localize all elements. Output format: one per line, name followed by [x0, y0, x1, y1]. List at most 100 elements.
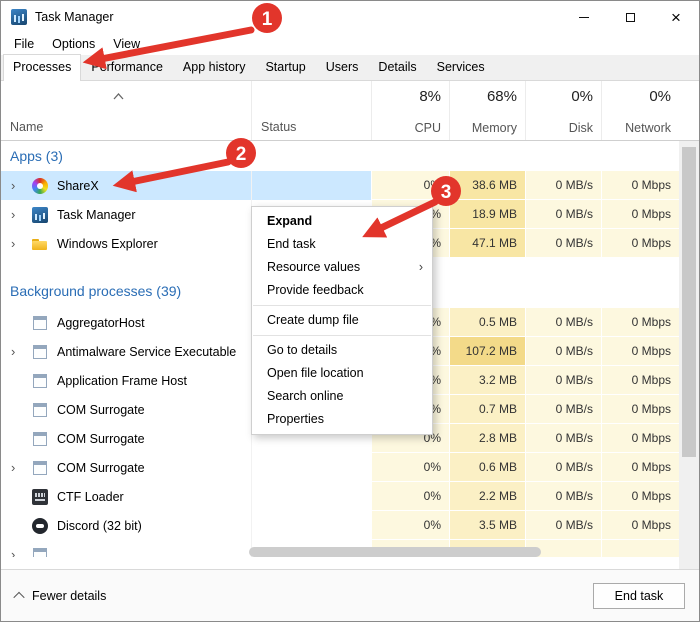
- disk-cell: 0 MB/s: [525, 308, 601, 337]
- status-cell: [251, 482, 371, 511]
- tab-strip: Processes Performance App history Startu…: [1, 55, 699, 81]
- column-header-row: Name Status 8% CPU 68% Memory 0% Disk 0%…: [1, 81, 699, 141]
- memory-column-label: Memory: [472, 121, 517, 135]
- column-header-network[interactable]: 0% Network: [601, 81, 679, 140]
- network-cell: 0 Mbps: [601, 453, 679, 482]
- maximize-icon: [626, 13, 635, 22]
- disk-cell: 0 MB/s: [525, 395, 601, 424]
- status-column-label: Status: [261, 120, 296, 134]
- ctf-loader-icon: [32, 489, 48, 505]
- status-cell: [251, 171, 371, 200]
- process-name: CTF Loader: [57, 490, 124, 504]
- fewer-details-toggle[interactable]: Fewer details: [15, 589, 106, 603]
- memory-cell: 47.1 MB: [449, 229, 525, 258]
- network-total-percent: 0%: [649, 88, 671, 105]
- column-header-name[interactable]: Name: [1, 81, 251, 140]
- end-task-button[interactable]: End task: [593, 583, 685, 609]
- horizontal-scrollbar-thumb[interactable]: [249, 547, 541, 557]
- status-cell: [251, 511, 371, 540]
- column-header-memory[interactable]: 68% Memory: [449, 81, 525, 140]
- network-cell: 0 Mbps: [601, 308, 679, 337]
- network-cell: 0 Mbps: [601, 171, 679, 200]
- network-cell: 0 Mbps: [601, 482, 679, 511]
- context-menu-item-create-dump-file[interactable]: Create dump file: [252, 309, 432, 332]
- tab-services[interactable]: Services: [427, 54, 495, 80]
- footer: Fewer details End task: [1, 569, 699, 621]
- disk-cell: 0 MB/s: [525, 366, 601, 395]
- status-cell: [251, 453, 371, 482]
- tab-users[interactable]: Users: [316, 54, 369, 80]
- context-menu-item-resource-values[interactable]: Resource values ›: [252, 256, 432, 279]
- cpu-cell: 0%: [371, 453, 449, 482]
- close-button[interactable]: ×: [653, 1, 699, 33]
- context-menu-item-search-online[interactable]: Search online: [252, 385, 432, 408]
- expand-chevron-icon[interactable]: ›: [8, 207, 32, 222]
- network-cell: 0 Mbps: [601, 229, 679, 258]
- menu-file[interactable]: File: [5, 35, 43, 53]
- process-name: Windows Explorer: [57, 237, 158, 251]
- memory-total-percent: 68%: [487, 88, 517, 105]
- disk-column-label: Disk: [569, 121, 593, 135]
- context-menu-item-open-file-location[interactable]: Open file location: [252, 362, 432, 385]
- vertical-scrollbar[interactable]: [679, 141, 699, 569]
- context-menu-item-go-to-details[interactable]: Go to details: [252, 339, 432, 362]
- close-icon: ×: [671, 9, 681, 26]
- cpu-column-label: CPU: [415, 121, 441, 135]
- name-column-label: Name: [10, 120, 43, 134]
- disk-cell: 0 MB/s: [525, 511, 601, 540]
- list-bottom-edge: [1, 557, 679, 569]
- tab-processes[interactable]: Processes: [3, 54, 81, 81]
- column-header-cpu[interactable]: 8% CPU: [371, 81, 449, 140]
- network-column-label: Network: [625, 121, 671, 135]
- expand-chevron-icon[interactable]: ›: [8, 236, 32, 251]
- column-header-disk[interactable]: 0% Disk: [525, 81, 601, 140]
- tab-details[interactable]: Details: [368, 54, 426, 80]
- task-manager-window: Task Manager × File Options View Process…: [0, 0, 700, 622]
- process-name: COM Surrogate: [57, 403, 145, 417]
- menu-options[interactable]: Options: [43, 35, 104, 53]
- generic-process-icon: [32, 402, 48, 418]
- menu-view[interactable]: View: [104, 35, 149, 53]
- disk-cell: 0 MB/s: [525, 337, 601, 366]
- disk-cell: 0 MB/s: [525, 200, 601, 229]
- column-header-status[interactable]: Status: [251, 81, 371, 140]
- process-row-discord[interactable]: Discord (32 bit) 0% 3.5 MB 0 MB/s 0 Mbps: [1, 511, 679, 540]
- network-cell: 0 Mbps: [601, 395, 679, 424]
- cpu-cell: 0%: [371, 511, 449, 540]
- context-menu-item-expand[interactable]: Expand: [252, 210, 432, 233]
- context-menu-item-end-task[interactable]: End task: [252, 233, 432, 256]
- disk-cell: 0 MB/s: [525, 229, 601, 258]
- network-cell: 0 Mbps: [601, 511, 679, 540]
- network-cell: 0 Mbps: [601, 366, 679, 395]
- disk-cell: 0 MB/s: [525, 453, 601, 482]
- expand-chevron-icon[interactable]: ›: [8, 460, 32, 475]
- cpu-cell: 0%: [371, 482, 449, 511]
- process-row-com-surrogate[interactable]: › COM Surrogate 0% 0.6 MB 0 MB/s 0 Mbps: [1, 453, 679, 482]
- context-menu-item-properties[interactable]: Properties: [252, 408, 432, 431]
- expand-chevron-icon[interactable]: ›: [8, 344, 32, 359]
- discord-icon: [32, 518, 48, 534]
- minimize-button[interactable]: [561, 1, 607, 33]
- tab-app-history[interactable]: App history: [173, 54, 256, 80]
- task-manager-app-icon: [11, 9, 27, 25]
- window-title: Task Manager: [35, 10, 114, 24]
- tab-startup[interactable]: Startup: [255, 54, 315, 80]
- memory-cell: 18.9 MB: [449, 200, 525, 229]
- memory-cell: 107.2 MB: [449, 337, 525, 366]
- context-menu-item-provide-feedback[interactable]: Provide feedback: [252, 279, 432, 302]
- vertical-scrollbar-thumb[interactable]: [682, 147, 696, 457]
- disk-cell: 0 MB/s: [525, 482, 601, 511]
- process-name: COM Surrogate: [57, 432, 145, 446]
- process-row-sharex[interactable]: › ShareX 0% 38.6 MB 0 MB/s 0 Mbps: [1, 171, 679, 200]
- process-name: ShareX: [57, 179, 99, 193]
- disk-cell: 0 MB/s: [525, 424, 601, 453]
- maximize-button[interactable]: [607, 1, 653, 33]
- process-name: AggregatorHost: [57, 316, 145, 330]
- windows-explorer-icon: [32, 236, 48, 252]
- process-row-ctf-loader[interactable]: CTF Loader 0% 2.2 MB 0 MB/s 0 Mbps: [1, 482, 679, 511]
- expand-chevron-icon[interactable]: ›: [8, 178, 32, 193]
- tab-performance[interactable]: Performance: [81, 54, 173, 80]
- process-name: COM Surrogate: [57, 461, 145, 475]
- memory-cell: 38.6 MB: [449, 171, 525, 200]
- context-menu: Expand End task Resource values › Provid…: [251, 206, 433, 435]
